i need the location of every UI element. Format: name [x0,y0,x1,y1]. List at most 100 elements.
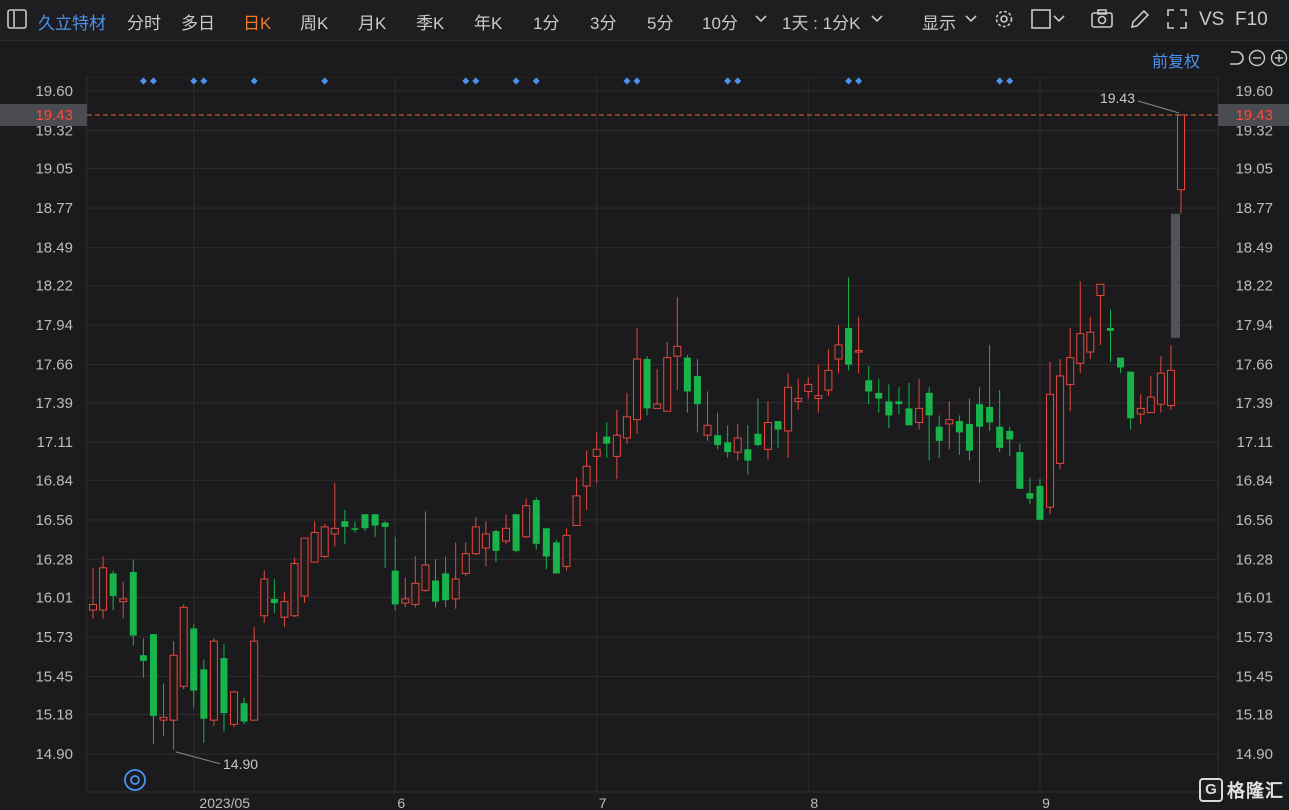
rectangle-chevron-icon[interactable] [1052,12,1066,26]
y-tick-label-left: 19.60 [35,83,73,100]
event-marker-diamond [149,77,157,85]
candle [310,521,319,563]
candle-body [401,598,410,604]
chevron-down-icon[interactable] [754,12,768,26]
candle [290,557,299,618]
candle-body [1046,393,1055,508]
period-select[interactable]: 1天 : 1分K [782,9,860,34]
candle-body [794,398,803,402]
candle-body [1086,331,1095,353]
event-marker-diamond [321,77,329,85]
vs-button[interactable]: VS [1199,9,1224,31]
tab-monthly-k[interactable]: 月K [358,9,386,34]
max-price-label: 19.43 [1100,90,1135,106]
period-chevron-icon[interactable] [870,12,884,26]
candle [1036,478,1044,520]
candle-body [320,526,329,558]
y-tick-label-left: 19.05 [35,161,73,178]
y-tick-label-left: 16.28 [35,551,73,568]
y-tick-label-left: 17.11 [37,434,73,451]
candle [461,542,470,577]
y-tick-label-left: 14.90 [35,746,73,763]
display-menu[interactable]: 显示 [922,9,956,34]
candle-body [1117,357,1125,368]
candle-body [270,598,278,604]
tab-quarterly-k[interactable]: 季K [416,9,444,34]
candle-body [532,500,540,544]
y-tick-label-left: 15.45 [35,668,73,685]
candle [502,514,511,544]
candle-body [834,344,843,360]
candle-body [330,527,339,535]
candle [915,378,924,430]
candle [230,690,239,728]
candle-body [1177,114,1185,191]
candle-body [854,350,863,353]
tab-1min[interactable]: 1分 [533,9,559,34]
candle [774,421,782,448]
candle [270,579,278,613]
candle-body [875,392,883,399]
y-tick-label-right: 15.45 [1235,668,1273,685]
candle [1096,283,1105,345]
pencil-icon[interactable] [1128,7,1152,31]
candle [139,638,147,678]
zoom-out-icon[interactable] [1248,49,1266,67]
candle [320,524,329,558]
f10-button[interactable]: F10 [1235,9,1268,31]
sidebar-toggle-icon[interactable] [6,8,28,30]
y-tick-label-right: 17.94 [1235,317,1273,334]
candle [633,327,641,434]
camera-icon[interactable] [1090,7,1114,31]
tab-10min[interactable]: 10分 [702,9,738,34]
kline-chart[interactable]: 19.6019.3219.0518.7718.4918.2217.9417.66… [0,77,1289,810]
candle-body [965,423,973,451]
y-tick-label-right: 16.56 [1235,512,1273,529]
tab-fenshi[interactable]: 分时 [127,9,161,34]
candle-body [622,416,631,439]
tab-3min[interactable]: 3分 [590,9,616,34]
candle-body [1166,369,1175,407]
candle [179,604,188,690]
settings-gear-icon[interactable] [992,7,1016,31]
candle [361,514,369,532]
candle-body [391,570,399,605]
stock-name[interactable]: 久立特材 [38,9,106,34]
tab-yearly-k[interactable]: 年K [474,9,502,34]
candle-body [99,567,108,611]
rectangle-icon[interactable] [1030,7,1054,31]
tab-weekly-k[interactable]: 周K [300,9,328,34]
candle-body [763,422,772,450]
price-adjust-toggle[interactable]: 前复权 [1152,48,1200,72]
candle [129,559,137,646]
y-tick-label-right: 16.84 [1235,472,1273,489]
candle-body [673,345,682,357]
fullscreen-icon[interactable] [1165,7,1189,31]
zoom-in-icon[interactable] [1270,49,1288,67]
display-chevron-icon[interactable] [964,12,978,26]
candle-body [139,655,147,661]
candle [955,415,963,455]
tab-5min[interactable]: 5分 [647,9,673,34]
candle-body [240,703,248,722]
undo-icon[interactable] [1226,49,1244,67]
candle-body [512,514,520,551]
candle-body [744,449,752,461]
y-tick-label-right: 16.28 [1235,551,1273,568]
candle [149,634,157,745]
tab-daily-k[interactable]: 日K [243,9,271,34]
candle-body [774,421,782,430]
event-marker-diamond [1006,77,1014,85]
candle [935,415,943,458]
candle [1106,309,1114,362]
y-tick-label-right: 18.22 [1235,278,1273,295]
candle-body [89,603,97,611]
tab-multi-day[interactable]: 多日 [181,9,215,34]
candle-body [814,395,823,400]
candle-body [119,598,128,603]
candle-body [643,359,651,409]
candle-body [361,514,369,529]
candle-body [592,448,601,457]
candle [804,377,813,399]
candle [330,483,339,547]
